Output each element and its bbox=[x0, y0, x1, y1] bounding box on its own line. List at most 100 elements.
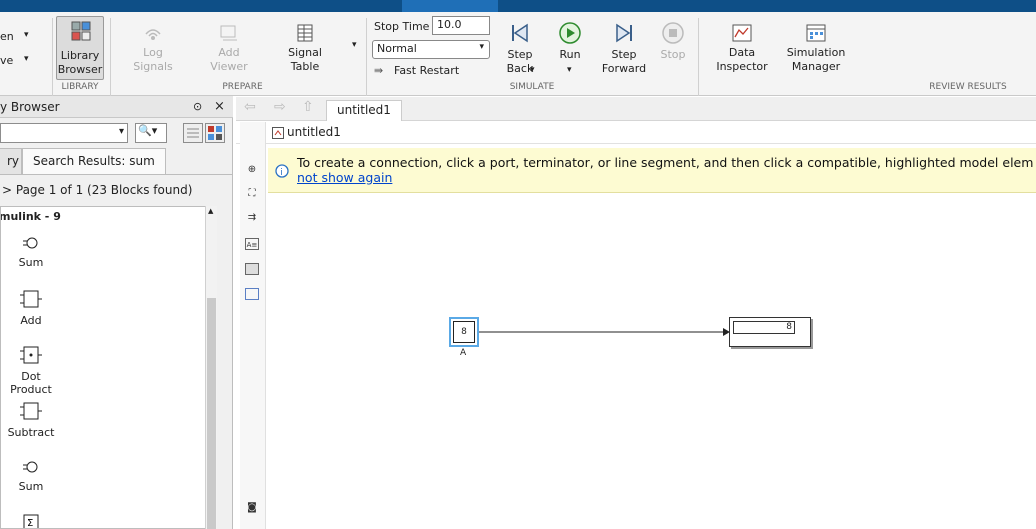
add-viewer-label: Add Viewer bbox=[210, 46, 248, 73]
svg-text:i: i bbox=[280, 168, 283, 178]
breadcrumb-model[interactable]: untitled1 bbox=[287, 125, 341, 139]
forward-arrow-icon[interactable]: ⇨ bbox=[274, 99, 286, 115]
constant-block-label[interactable]: A bbox=[460, 348, 466, 358]
list-item[interactable]: Sum bbox=[1, 457, 61, 493]
display-value: 8 bbox=[733, 321, 795, 334]
canvas-palette: ⊕ ⛶ ⇉ A≡ ◙ bbox=[240, 122, 266, 529]
run-label: Run bbox=[559, 48, 581, 61]
section-review-results: REVIEW RESULTS bbox=[929, 82, 1007, 92]
constant-block[interactable]: 8 bbox=[449, 317, 479, 347]
block-list: mulink - 9 Sum Add Dot Product Subtract … bbox=[0, 206, 217, 529]
section-prepare: PREPARE bbox=[222, 82, 263, 92]
block-label: Sum bbox=[18, 256, 44, 269]
area-icon[interactable] bbox=[245, 288, 259, 300]
data-inspector-icon bbox=[732, 24, 752, 42]
arrow-right-icon[interactable]: ⇉ bbox=[245, 212, 259, 224]
chevron-down-icon[interactable]: ▾ bbox=[567, 65, 572, 75]
block-label: Subtract bbox=[7, 426, 55, 439]
stop-time-label: Stop Time bbox=[374, 20, 430, 33]
fast-restart-button[interactable]: Fast Restart bbox=[394, 64, 459, 77]
search-options-button[interactable]: 🔍▾ bbox=[135, 123, 167, 143]
add-viewer-button[interactable]: Add Viewer bbox=[204, 24, 254, 74]
simulation-manager-button[interactable]: Simulation Manager bbox=[786, 24, 846, 74]
log-signals-icon bbox=[145, 29, 161, 40]
panel-menu-icon[interactable]: ⊙ bbox=[193, 96, 202, 118]
chevron-down-icon[interactable]: ▾ bbox=[530, 65, 535, 75]
list-view-icon bbox=[187, 128, 199, 138]
list-item[interactable]: Add bbox=[1, 289, 61, 327]
image-icon[interactable] bbox=[245, 263, 259, 275]
grid-view-button[interactable] bbox=[205, 123, 225, 143]
signal-line[interactable] bbox=[479, 326, 731, 338]
simulation-mode-select[interactable]: Normal ▾ bbox=[372, 40, 490, 59]
block-list-scrollbar[interactable]: ▲ bbox=[205, 206, 217, 529]
signal-table-icon bbox=[297, 24, 313, 42]
stop-button[interactable]: Stop bbox=[656, 22, 690, 62]
list-item[interactable]: Subtract bbox=[1, 401, 61, 439]
scroll-up-icon[interactable]: ▲ bbox=[208, 207, 213, 215]
model-canvas[interactable] bbox=[268, 193, 1036, 529]
library-browser-label: Library Browser bbox=[57, 49, 103, 76]
stop-icon bbox=[662, 22, 684, 44]
list-item[interactable]: Sum bbox=[1, 233, 61, 269]
list-item[interactable]: Σ bbox=[1, 513, 61, 528]
subtract-block-icon bbox=[20, 402, 42, 420]
sum-of-elements-icon: Σ bbox=[23, 514, 39, 528]
signal-table-button[interactable]: Signal Table bbox=[280, 24, 330, 74]
search-icon: 🔍▾ bbox=[138, 124, 158, 137]
info-icon: i bbox=[275, 164, 289, 178]
section-simulate: SIMULATE bbox=[509, 82, 555, 92]
tab-library[interactable]: ry bbox=[0, 148, 22, 174]
section-library: LIBRARY bbox=[61, 82, 99, 92]
ribbon-tab-bar bbox=[0, 0, 1036, 12]
back-arrow-icon[interactable]: ⇦ bbox=[244, 99, 256, 115]
page-info: > Page 1 of 1 (23 Blocks found) bbox=[2, 183, 193, 197]
breadcrumb: ⊛ untitled1 bbox=[236, 122, 1036, 144]
close-icon[interactable]: × bbox=[214, 96, 225, 118]
simulation-mode-value: Normal bbox=[377, 42, 417, 55]
active-ribbon-tab[interactable] bbox=[402, 0, 498, 12]
block-label: Sum bbox=[18, 480, 44, 493]
scroll-thumb[interactable] bbox=[207, 298, 216, 529]
simulation-manager-label: Simulation Manager bbox=[786, 46, 846, 73]
panel-title-bar: y Browser ⊙ × bbox=[0, 96, 233, 118]
run-icon bbox=[559, 22, 581, 44]
library-icon bbox=[71, 21, 91, 41]
ribbon: en ▾ ve ▾ Library Browser LIBRARY Log Si… bbox=[0, 12, 1036, 96]
data-inspector-button[interactable]: Data Inspector bbox=[714, 24, 770, 74]
run-button[interactable]: Run bbox=[552, 22, 588, 62]
tab-search-results[interactable]: Search Results: sum bbox=[22, 148, 166, 174]
list-view-button[interactable] bbox=[183, 123, 203, 143]
panel-title: y Browser bbox=[0, 100, 60, 114]
block-group-header: mulink - 9 bbox=[0, 210, 61, 223]
stop-time-input[interactable]: 10.0 bbox=[432, 16, 490, 35]
constant-value: 8 bbox=[453, 321, 475, 343]
list-item[interactable]: Dot Product bbox=[1, 345, 61, 396]
camera-icon[interactable]: ◙ bbox=[245, 502, 259, 514]
step-forward-button[interactable]: Step Forward bbox=[600, 22, 648, 76]
model-icon bbox=[272, 127, 284, 139]
zoom-icon[interactable]: ⊕ bbox=[245, 164, 259, 176]
block-label: Dot Product bbox=[10, 370, 52, 396]
prepare-gallery-arrow[interactable]: ▾ bbox=[352, 40, 357, 50]
fit-view-icon[interactable]: ⛶ bbox=[245, 188, 259, 200]
display-block[interactable]: 8 bbox=[729, 317, 811, 347]
tab-untitled1[interactable]: untitled1 bbox=[326, 100, 402, 121]
fast-restart-icon: ⇛ bbox=[374, 64, 384, 77]
add-block-icon bbox=[20, 290, 42, 308]
save-menu[interactable]: ve bbox=[0, 54, 13, 67]
dot-product-icon bbox=[20, 346, 42, 364]
banner-message: To create a connection, click a port, te… bbox=[297, 155, 1034, 170]
up-arrow-icon[interactable]: ⇧ bbox=[302, 99, 314, 115]
annotation-icon[interactable]: A≡ bbox=[245, 238, 259, 250]
library-browser-button[interactable]: Library Browser bbox=[56, 16, 104, 80]
log-signals-label: Log Signals bbox=[133, 46, 173, 73]
log-signals-button[interactable]: Log Signals bbox=[128, 24, 178, 74]
block-label: Add bbox=[20, 314, 42, 327]
library-browser-panel: y Browser ⊙ × ▾ 🔍▾ ry Search Results: su… bbox=[0, 96, 233, 529]
step-forward-icon bbox=[616, 23, 632, 43]
editor-nav-row: ⇦ ⇨ ⇧ untitled1 bbox=[236, 97, 1036, 121]
search-input[interactable]: ▾ bbox=[0, 123, 128, 143]
open-menu[interactable]: en bbox=[0, 30, 14, 43]
do-not-show-again-link[interactable]: not show again bbox=[297, 170, 392, 185]
